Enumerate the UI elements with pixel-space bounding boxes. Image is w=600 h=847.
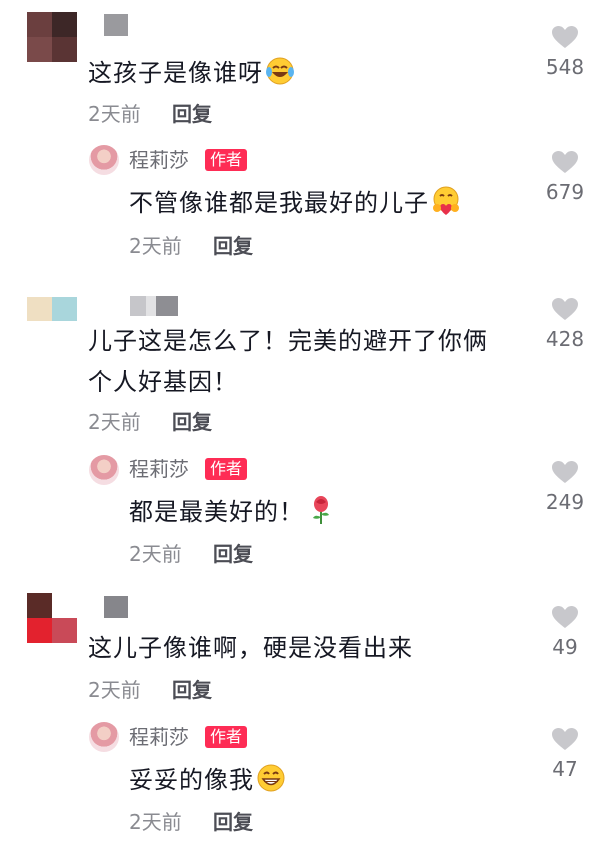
username-redacted[interactable]	[104, 14, 128, 36]
reply-button[interactable]: 回复	[213, 234, 253, 258]
author-avatar[interactable]	[89, 145, 119, 175]
comment-time: 2天前	[88, 678, 141, 702]
author-badge: 作者	[205, 726, 248, 748]
comment-text: 这儿子像谁啊，硬是没看出来	[88, 634, 413, 662]
author-avatar[interactable]	[89, 722, 119, 752]
reply-text: 不管像谁都是我最好的儿子	[129, 186, 461, 219]
username-redacted[interactable]	[130, 296, 178, 316]
heart-icon	[552, 26, 578, 48]
like-count: 249	[545, 490, 585, 514]
like-count: 49	[552, 635, 578, 659]
comment-text: 这孩子是像谁呀	[88, 56, 295, 89]
like-count: 548	[545, 55, 585, 79]
reply-button[interactable]: 回复	[172, 410, 212, 434]
reply-button[interactable]: 回复	[213, 542, 253, 566]
like-button[interactable]: 47	[535, 727, 595, 787]
like-button[interactable]: 428	[535, 297, 595, 357]
heart-icon	[552, 298, 578, 320]
comment-text-line-2: 个人好基因！	[88, 368, 238, 396]
like-button[interactable]: 548	[535, 25, 595, 85]
like-count: 47	[552, 757, 578, 781]
author-avatar[interactable]	[89, 455, 119, 485]
like-count: 428	[545, 327, 585, 351]
like-button[interactable]: 49	[535, 605, 595, 665]
avatar[interactable]	[27, 593, 77, 643]
laughing-tears-emoji	[266, 57, 294, 85]
like-button[interactable]: 249	[535, 460, 595, 520]
reply-time: 2天前	[129, 234, 182, 258]
author-name[interactable]: 程莉莎	[129, 147, 189, 173]
like-count: 679	[545, 180, 585, 204]
heart-icon	[552, 728, 578, 750]
reply-text: 妥妥的像我	[129, 763, 286, 796]
comment-text-line-1: 儿子这是怎么了！完美的避开了你俩	[88, 327, 488, 355]
rose-emoji	[313, 496, 329, 524]
username-redacted[interactable]	[104, 596, 128, 618]
comment-time: 2天前	[88, 102, 141, 126]
author-badge: 作者	[205, 458, 248, 480]
hug-heart-emoji	[433, 186, 459, 215]
reply-time: 2天前	[129, 542, 182, 566]
reply-button[interactable]: 回复	[172, 678, 212, 702]
author-name[interactable]: 程莉莎	[129, 724, 189, 750]
like-button[interactable]: 679	[535, 150, 595, 210]
avatar[interactable]	[27, 297, 77, 321]
author-badge: 作者	[205, 149, 248, 171]
avatar[interactable]	[27, 12, 77, 62]
reply-button[interactable]: 回复	[213, 810, 253, 834]
heart-icon	[552, 606, 578, 628]
heart-icon	[552, 461, 578, 483]
comment-time: 2天前	[88, 410, 141, 434]
heart-icon	[552, 151, 578, 173]
reply-text: 都是最美好的！	[129, 495, 336, 528]
reply-time: 2天前	[129, 810, 182, 834]
reply-button[interactable]: 回复	[172, 102, 212, 126]
grin-emoji	[257, 764, 285, 792]
author-name[interactable]: 程莉莎	[129, 456, 189, 482]
